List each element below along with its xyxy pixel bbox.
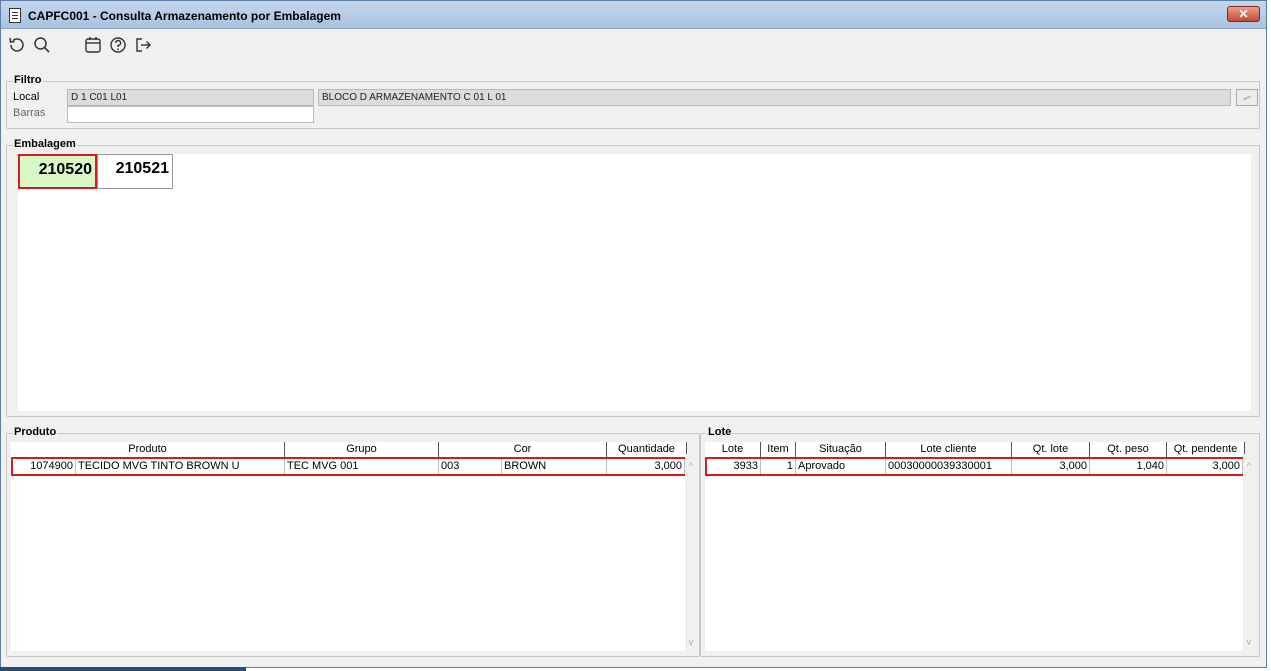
column-header-qt-pendente[interactable]: Qt. pendente <box>1167 442 1245 457</box>
column-header-quantidade[interactable]: Quantidade <box>607 442 687 457</box>
table-row-selected[interactable] <box>11 457 687 476</box>
column-header-grupo[interactable]: Grupo <box>285 442 439 457</box>
window-title: CAPFC001 - Consulta Armazenamento por Em… <box>28 9 341 23</box>
column-header-qt-peso[interactable]: Qt. peso <box>1090 442 1167 457</box>
lote-group: Lote Lote Item Situação Lote cliente Qt.… <box>700 426 1260 657</box>
embalagem-tile[interactable]: 210521 <box>97 154 173 189</box>
search-icon[interactable] <box>32 35 52 55</box>
local-code-field[interactable]: D 1 C01 L01 <box>67 89 314 106</box>
produto-group: Produto Produto Grupo Cor Quantidade 107… <box>6 426 700 657</box>
local-description-field: BLOCO D ARMAZENAMENTO C 01 L 01 <box>318 89 1231 106</box>
refresh-icon[interactable] <box>7 35 27 55</box>
column-header-lote[interactable]: Lote <box>705 442 761 457</box>
embalagem-tile-selected[interactable]: 210520 <box>18 154 97 189</box>
toolbar <box>1 30 1266 60</box>
embalagem-panel: 210520 210521 <box>18 154 1251 411</box>
calendar-icon[interactable] <box>83 35 103 55</box>
embalagem-legend: Embalagem <box>13 138 77 150</box>
scroll-down-icon[interactable]: v <box>687 638 695 647</box>
column-header-cor[interactable]: Cor <box>439 442 607 457</box>
help-icon[interactable] <box>108 35 128 55</box>
local-label: Local <box>13 91 40 103</box>
produto-legend: Produto <box>13 426 58 438</box>
filtro-group: Filtro Local D 1 C01 L01 BLOCO D ARMAZEN… <box>6 74 1260 129</box>
lote-grid: Lote Item Situação Lote cliente Qt. lote… <box>705 442 1245 651</box>
barras-input[interactable] <box>67 106 314 123</box>
document-icon <box>9 8 21 23</box>
main-window: CAPFC001 - Consulta Armazenamento por Em… <box>0 0 1267 668</box>
lote-legend: Lote <box>707 426 733 438</box>
produto-scrollbar[interactable]: ^ v <box>685 454 697 651</box>
lote-scrollbar[interactable]: ^ v <box>1243 454 1255 651</box>
produto-grid: Produto Grupo Cor Quantidade 1074900 TEC… <box>11 442 687 651</box>
exit-icon[interactable] <box>133 35 153 55</box>
column-header-produto[interactable]: Produto <box>11 442 285 457</box>
lookup-button[interactable] <box>1236 89 1258 106</box>
taskbar-strip <box>0 667 246 671</box>
scroll-up-icon[interactable]: ^ <box>687 462 695 471</box>
scroll-down-icon[interactable]: v <box>1245 638 1253 647</box>
barras-label: Barras <box>13 107 46 119</box>
column-header-item[interactable]: Item <box>761 442 796 457</box>
scroll-up-icon[interactable]: ^ <box>1245 462 1253 471</box>
column-header-lote-cliente[interactable]: Lote cliente <box>886 442 1012 457</box>
column-header-qt-lote[interactable]: Qt. lote <box>1012 442 1090 457</box>
close-button[interactable]: ✕ <box>1227 6 1260 22</box>
filtro-legend: Filtro <box>13 74 43 86</box>
table-row-selected[interactable] <box>705 457 1245 476</box>
column-header-situacao[interactable]: Situação <box>796 442 886 457</box>
embalagem-group: Embalagem 210520 210521 <box>6 138 1260 417</box>
title-bar: CAPFC001 - Consulta Armazenamento por Em… <box>1 1 1266 29</box>
